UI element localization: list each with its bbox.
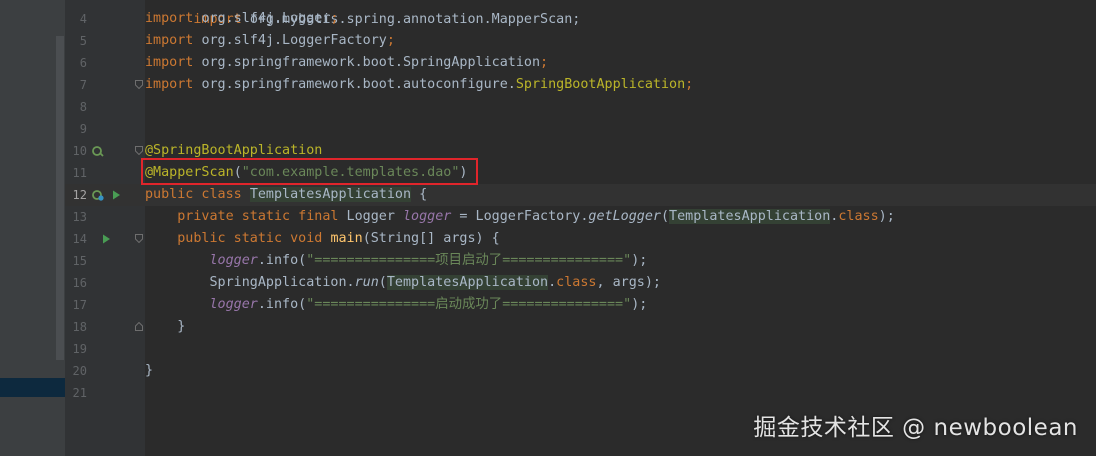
watermark: 掘金技术社区 @ newboolean bbox=[753, 415, 1078, 441]
code-line-4[interactable]: 4 import org.slf4j.Logger; bbox=[65, 8, 1096, 30]
line-number: 9 bbox=[79, 122, 87, 136]
code-line-text: import org.springframework.boot.autoconf… bbox=[145, 77, 694, 92]
code-line-text: public static void main(String[] args) { bbox=[145, 231, 500, 246]
code-line-12[interactable]: 12 public class TemplatesApplication { bbox=[65, 184, 1096, 206]
code-line-14[interactable]: 14 public static void main(String[] args… bbox=[65, 228, 1096, 250]
fold-open-icon[interactable] bbox=[135, 80, 143, 89]
code-line-text: logger.info("===============项目启动了=======… bbox=[209, 253, 648, 268]
line-number: 18 bbox=[72, 320, 87, 334]
line-number: 6 bbox=[79, 56, 87, 70]
spring-bean-icon[interactable] bbox=[92, 189, 104, 201]
code-line-text: logger.info("===============启动成功了=======… bbox=[209, 297, 648, 312]
project-panel bbox=[0, 0, 65, 456]
project-tree-selected-item[interactable] bbox=[0, 378, 65, 397]
code-line-8[interactable]: 8 bbox=[65, 96, 1096, 118]
spring-bean-icon[interactable] bbox=[92, 145, 104, 157]
fold-open-icon[interactable] bbox=[135, 234, 143, 243]
code-line-20[interactable]: 20} bbox=[65, 360, 1096, 382]
project-panel-scrollbar[interactable] bbox=[56, 36, 64, 360]
line-number: 7 bbox=[79, 78, 87, 92]
line-number: 13 bbox=[72, 210, 87, 224]
line-number: 10 bbox=[72, 144, 87, 158]
code-line-21[interactable]: 21 bbox=[65, 382, 1096, 404]
line-number: 11 bbox=[72, 166, 87, 180]
code-line-text: public class TemplatesApplication { bbox=[145, 187, 428, 202]
code-line-18[interactable]: 18 } bbox=[65, 316, 1096, 338]
line-number: 4 bbox=[79, 12, 87, 26]
run-icon[interactable] bbox=[100, 233, 112, 245]
code-line-text: import org.springframework.boot.SpringAp… bbox=[145, 55, 549, 70]
code-line-16[interactable]: 16 SpringApplication.run(TemplatesApplic… bbox=[65, 272, 1096, 294]
code-line-text: import org.slf4j.Logger; bbox=[145, 11, 339, 26]
line-number: 17 bbox=[72, 298, 87, 312]
line-number: 16 bbox=[72, 276, 87, 290]
code-line-15[interactable]: 15 logger.info("===============项目启动了====… bbox=[65, 250, 1096, 272]
line-number: 14 bbox=[72, 232, 87, 246]
highlight-box bbox=[141, 158, 478, 185]
code-line-text: import org.slf4j.LoggerFactory; bbox=[145, 33, 395, 48]
code-line-text: SpringApplication.run(TemplatesApplicati… bbox=[145, 275, 661, 290]
line-number: 12 bbox=[72, 188, 87, 202]
line-number: 8 bbox=[79, 100, 87, 114]
code-line-6[interactable]: 6 import org.springframework.boot.SpringA… bbox=[65, 52, 1096, 74]
fold-end-icon[interactable] bbox=[135, 322, 143, 331]
code-line-text: private static final Logger logger = Log… bbox=[145, 209, 895, 224]
code-line-19[interactable]: 19 bbox=[65, 338, 1096, 360]
code-line-13[interactable]: 13 private static final Logger logger = … bbox=[65, 206, 1096, 228]
code-line-text: } bbox=[145, 319, 186, 334]
code-line-9[interactable]: 9 bbox=[65, 118, 1096, 140]
fold-open-icon[interactable] bbox=[135, 146, 143, 155]
code-line-text: } bbox=[145, 363, 154, 378]
line-number: 19 bbox=[72, 342, 87, 356]
line-number: 15 bbox=[72, 254, 87, 268]
line-number: 21 bbox=[72, 386, 87, 400]
run-icon[interactable] bbox=[110, 189, 122, 201]
line-number: 20 bbox=[72, 364, 87, 378]
code-line-17[interactable]: 17 logger.info("===============启动成功了====… bbox=[65, 294, 1096, 316]
code-line-7[interactable]: 7 import org.springframework.boot.autocon… bbox=[65, 74, 1096, 96]
line-number: 5 bbox=[79, 34, 87, 48]
code-line-5[interactable]: 5 import org.slf4j.LoggerFactory; bbox=[65, 30, 1096, 52]
